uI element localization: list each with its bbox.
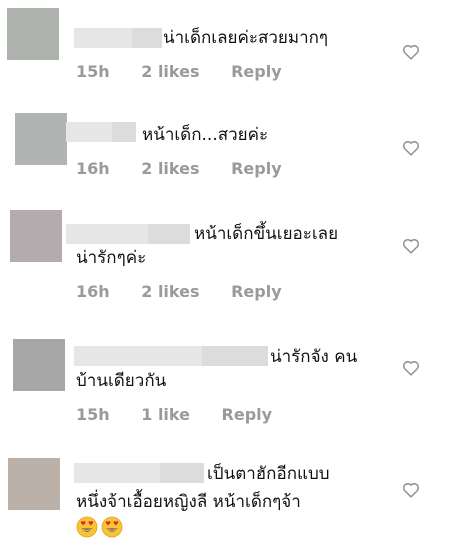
avatar[interactable]: [13, 339, 65, 391]
comment-text-line-1: เป็นตาฮักอีกแบบ: [207, 464, 330, 484]
timestamp: 15h: [76, 62, 110, 81]
heart-icon[interactable]: [402, 238, 420, 254]
reply-button[interactable]: Reply: [231, 282, 282, 301]
timestamp: 16h: [76, 159, 110, 178]
comment-text-line-2: หนึ่งจ้าเอื้อยหญิงลี หน้าเด็กๆจ้า: [76, 492, 301, 512]
comment-meta: 15h 2 likes Reply: [76, 62, 308, 81]
likes-count[interactable]: 2 likes: [141, 282, 199, 301]
comment-text-line-1: หน้าเด็กขึ้นเยอะเลย: [194, 224, 339, 244]
comment-5: เป็นตาฮักอีกแบบ หนึ่งจ้าเอื้อยหญิงลี หน้…: [0, 445, 451, 546]
heart-icon[interactable]: [402, 360, 420, 376]
comment-3: หน้าเด็กขึ้นเยอะเลย น่ารักๆค่ะ 16h 2 lik…: [0, 200, 451, 325]
avatar[interactable]: [10, 210, 62, 262]
heart-eyes-emoji: [76, 516, 98, 538]
heart-icon[interactable]: [402, 482, 420, 498]
reply-button[interactable]: Reply: [222, 405, 273, 424]
avatar[interactable]: [15, 113, 67, 165]
comment-text: หน้าเด็ก...สวยค่ะ: [142, 125, 269, 145]
username-redacted[interactable]: [74, 346, 269, 366]
timestamp: 15h: [76, 405, 110, 424]
comment-4: น่ารักจัง คน บ้านเดียวกัน 15h 1 like Rep…: [0, 325, 451, 445]
username-redacted[interactable]: [66, 122, 136, 142]
likes-count[interactable]: 2 likes: [141, 159, 199, 178]
timestamp: 16h: [76, 282, 110, 301]
comment-text: น่าเด็กเลยค่ะสวยมากๆ: [163, 28, 329, 48]
likes-count[interactable]: 1 like: [141, 405, 190, 424]
comment-meta: 16h 2 likes Reply: [76, 282, 308, 301]
avatar[interactable]: [7, 8, 59, 60]
likes-count[interactable]: 2 likes: [141, 62, 199, 81]
comment-meta: 16h 2 likes Reply: [76, 159, 308, 178]
comment-text-line-2: น่ารักๆค่ะ: [76, 248, 147, 268]
comment-meta: 15h 1 like Reply: [76, 405, 298, 424]
comment-1: น่าเด็กเลยค่ะสวยมากๆ 15h 2 likes Reply: [0, 0, 451, 100]
heart-icon[interactable]: [402, 44, 420, 60]
username-redacted[interactable]: [74, 28, 162, 48]
comment-text-line-1: น่ารักจัง คน: [270, 347, 358, 367]
comment-2: หน้าเด็ก...สวยค่ะ 16h 2 likes Reply: [0, 100, 451, 200]
heart-icon[interactable]: [402, 140, 420, 156]
avatar[interactable]: [8, 458, 60, 510]
comment-text-line-2: บ้านเดียวกัน: [76, 371, 167, 391]
username-redacted[interactable]: [74, 463, 204, 483]
reply-button[interactable]: Reply: [231, 62, 282, 81]
emoji-row: [76, 515, 126, 540]
heart-eyes-emoji: [101, 516, 123, 538]
reply-button[interactable]: Reply: [231, 159, 282, 178]
username-redacted[interactable]: [66, 224, 190, 244]
